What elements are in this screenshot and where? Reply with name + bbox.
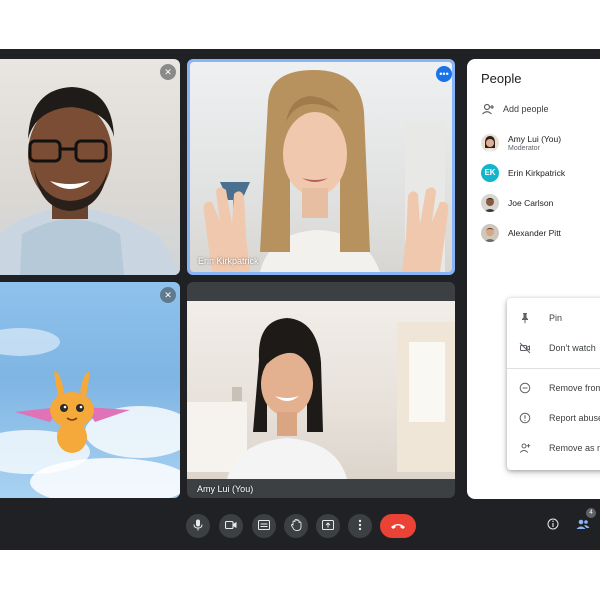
video-tile-participant-3[interactable]: ✕ (0, 282, 180, 498)
menu-item-label: Report abuse (549, 413, 600, 423)
tile-name-label: Erin Kirkpatrick (198, 256, 259, 266)
menu-item-label: Don't watch (549, 343, 596, 353)
people-count-badge: 4 (586, 508, 596, 518)
pin-icon (519, 312, 531, 324)
add-people-label: Add people (503, 104, 549, 114)
camera-icon (224, 520, 237, 531)
video-tile-self[interactable]: Amy Lui (You) (187, 282, 455, 498)
person-add-icon (481, 102, 495, 116)
participant-video-amy (187, 318, 455, 479)
end-call-button[interactable] (380, 514, 416, 538)
video-off-icon (519, 342, 531, 354)
menu-item-remove-as-moderator[interactable]: Remove as moderator (507, 434, 600, 462)
meeting-info-button[interactable] (546, 518, 560, 532)
participant-row[interactable]: EK Erin Kirkpatrick (481, 161, 565, 185)
participant-name: Alexander Pitt (508, 228, 561, 238)
more-options-icon (358, 520, 362, 531)
present-button[interactable] (316, 514, 340, 538)
call-end-icon (390, 520, 406, 532)
menu-item-label: Remove from call (549, 383, 600, 393)
participant-row[interactable]: Joe Carlson (481, 191, 553, 215)
meet-window: ✕ ••• Erin Kirkpatrick ✕ Amy Lui (You) P… (0, 49, 600, 550)
participant-context-menu: Pin Don't watch Remove from call Report … (507, 298, 600, 470)
participant-avatar-creature (0, 328, 180, 498)
participant-row[interactable]: Amy Lui (You) Moderator (481, 131, 561, 155)
mic-off-icon: ✕ (160, 287, 176, 303)
panel-title: People (481, 71, 522, 86)
raise-hand-button[interactable] (284, 514, 308, 538)
raise-hand-icon (290, 519, 302, 532)
menu-item-label: Remove as moderator (549, 443, 600, 453)
speaking-indicator-icon: ••• (436, 66, 452, 82)
participant-video-woman (203, 70, 449, 272)
mic-icon (193, 519, 203, 531)
mic-button[interactable] (186, 514, 210, 538)
more-options-button[interactable] (348, 514, 372, 538)
add-people-button[interactable]: Add people (481, 101, 549, 117)
video-tile-participant-2[interactable]: ••• Erin Kirkpatrick (187, 59, 455, 275)
avatar: EK (481, 164, 499, 182)
participant-video-man (0, 87, 180, 275)
mic-off-icon: ✕ (160, 64, 176, 80)
menu-item-report-abuse[interactable]: Report abuse (507, 404, 600, 432)
avatar (481, 134, 499, 152)
present-icon (322, 520, 334, 531)
menu-item-remove-from-call[interactable]: Remove from call (507, 374, 600, 402)
people-icon (576, 519, 590, 533)
person-remove-icon (519, 442, 531, 454)
participant-name: Erin Kirkpatrick (508, 168, 566, 178)
captions-button[interactable] (252, 514, 276, 538)
menu-divider (507, 368, 600, 369)
avatar (481, 224, 499, 242)
participant-name: Joe Carlson (508, 198, 554, 208)
avatar (481, 194, 499, 212)
menu-item-label: Pin (549, 313, 563, 323)
participant-role: Moderator (508, 145, 540, 152)
participant-row[interactable]: Alexander Pitt (481, 221, 561, 245)
info-icon (519, 412, 531, 424)
remove-circle-icon (519, 382, 531, 394)
video-tile-participant-1[interactable]: ✕ (0, 59, 180, 275)
participant-name: Amy Lui (You) (508, 134, 562, 144)
people-button[interactable] (576, 518, 590, 532)
tile-name-label: Amy Lui (You) (197, 484, 254, 494)
captions-icon (258, 520, 270, 531)
meeting-info-icon (547, 518, 559, 533)
camera-button[interactable] (219, 514, 243, 538)
menu-item-pin[interactable]: Pin (507, 304, 600, 332)
menu-item-dont-watch[interactable]: Don't watch (507, 334, 600, 362)
